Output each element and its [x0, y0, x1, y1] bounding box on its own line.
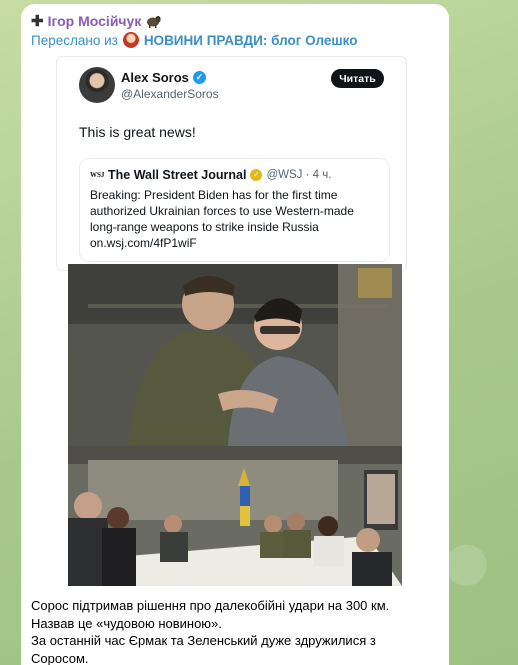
tweet-text: This is great news! — [79, 124, 196, 140]
tweet-card[interactable]: Alex Soros ✓ @AlexanderSoros Читать This… — [56, 56, 407, 271]
quoted-source-meta: @WSJ · 4 ч. — [266, 169, 332, 181]
sender-name[interactable]: Ігор Мосійчук — [48, 13, 142, 29]
caption-line-3: За останній час Єрмак та Зеленський дуже… — [31, 633, 380, 665]
photo-meeting[interactable] — [68, 446, 402, 586]
photo-embrace-illustration — [68, 264, 402, 446]
tweet-author-line[interactable]: Alex Soros ✓ — [121, 70, 206, 85]
wsj-logo-icon: WSJ — [90, 171, 105, 179]
photo-meeting-illustration — [68, 446, 402, 586]
caption-line-2: Назвав це «чудовою новиною». — [31, 615, 222, 631]
message-caption: Сорос підтримав рішення про далекобійні … — [31, 597, 431, 665]
read-button[interactable]: Читать — [331, 69, 384, 88]
tweet-author-name[interactable]: Alex Soros — [121, 70, 189, 85]
quoted-tweet-body: Breaking: President Biden has for the fi… — [90, 188, 354, 250]
verified-badge-icon: ✓ — [192, 71, 206, 84]
caption-line-1: Сорос підтримав рішення про далекобійні … — [31, 598, 390, 613]
sender-line[interactable]: ✚ Ігор Мосійчук — [31, 10, 162, 32]
channel-avatar[interactable] — [122, 32, 139, 48]
forwarded-line[interactable]: Переслано из НОВИНИ ПРАВДИ: блог Олешко — [31, 30, 357, 50]
plus-icon: ✚ — [31, 13, 44, 30]
forwarded-prefix: Переслано из — [31, 32, 118, 48]
gold-verified-badge-icon: ✓ — [250, 169, 263, 181]
quoted-source-name: The Wall Street Journal — [108, 168, 247, 182]
photo-embrace[interactable] — [68, 264, 402, 446]
ram-emoji-icon — [147, 16, 162, 28]
tweet-author-handle: @AlexanderSoros — [121, 87, 219, 101]
forwarded-channel-link[interactable]: НОВИНИ ПРАВДИ: блог Олешко — [144, 33, 358, 48]
quoted-tweet[interactable]: WSJ The Wall Street Journal ✓ @WSJ · 4 ч… — [79, 158, 390, 262]
tweet-author-avatar[interactable] — [79, 67, 115, 103]
quoted-tweet-header: WSJ The Wall Street Journal ✓ @WSJ · 4 ч… — [90, 168, 331, 182]
